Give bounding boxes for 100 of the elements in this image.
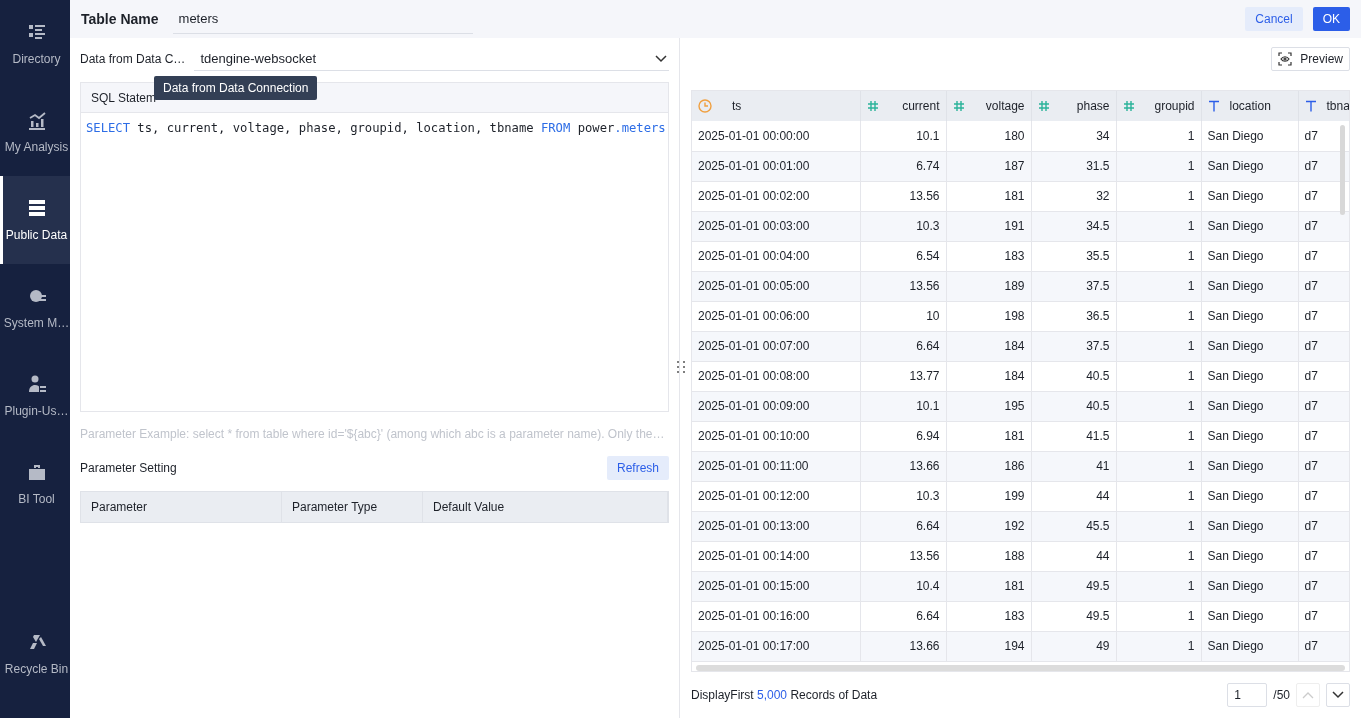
table-cell: 13.66 [860, 631, 946, 662]
table-cell: 45.5 [1031, 511, 1116, 542]
table-cell: 6.64 [860, 511, 946, 542]
scrollbar[interactable] [1340, 125, 1345, 216]
table-cell: 49.5 [1031, 571, 1116, 602]
table-cell: 199 [946, 481, 1031, 512]
table-cell: d7 [1298, 481, 1349, 512]
table-cell: 194 [946, 631, 1031, 662]
table-cell: 34.5 [1031, 211, 1116, 242]
table-cell: 195 [946, 391, 1031, 422]
refresh-button[interactable]: Refresh [606, 456, 669, 480]
next-page-button[interactable] [1326, 683, 1350, 707]
sidebar-item[interactable]: Directory [0, 0, 70, 88]
table-cell: 1 [1116, 631, 1201, 662]
cancel-button[interactable]: Cancel [1245, 7, 1303, 31]
table-cell: 40.5 [1031, 391, 1116, 422]
table-cell: 2025-01-01 00:04:00 [692, 241, 860, 272]
page-total: /50 [1273, 688, 1290, 702]
column-header[interactable]: current [860, 91, 946, 122]
text-type-icon [1207, 100, 1220, 113]
table-cell: d7 [1298, 631, 1349, 662]
table-cell: 1 [1116, 331, 1201, 362]
table-cell: 2025-01-01 00:11:00 [692, 451, 860, 482]
table-cell: 1 [1116, 571, 1201, 602]
table-cell: San Diego [1201, 211, 1298, 242]
parameter-hint: Parameter Example: select * from table where id='${abc}' (among which abc is a parameter name). Only the… [80, 427, 666, 441]
table-cell: 2025-01-01 00:16:00 [692, 601, 860, 632]
column-header[interactable]: groupid [1116, 91, 1201, 122]
column-header[interactable]: voltage [946, 91, 1031, 122]
table-cell: 180 [946, 121, 1031, 152]
scrollbar[interactable] [696, 665, 1345, 672]
table-cell: 44 [1031, 541, 1116, 572]
table-cell: d7 [1298, 511, 1349, 542]
connection-dropdown[interactable]: tdengine-websocket [194, 47, 669, 71]
table-cell: 6.54 [860, 241, 946, 272]
table-cell: 2025-01-01 00:00:00 [692, 121, 860, 152]
table-cell: 2025-01-01 00:17:00 [692, 631, 860, 662]
column-header[interactable]: ts [692, 91, 860, 122]
table-cell: d7 [1298, 301, 1349, 332]
data-icon [26, 198, 47, 218]
table-cell: d7 [1298, 421, 1349, 452]
column-header[interactable]: tbna [1298, 91, 1349, 122]
table-cell: d7 [1298, 241, 1349, 272]
table-cell: 13.77 [860, 361, 946, 392]
table-cell: 2025-01-01 00:09:00 [692, 391, 860, 422]
table-cell: San Diego [1201, 451, 1298, 482]
table-cell: San Diego [1201, 571, 1298, 602]
table-cell: 13.56 [860, 271, 946, 302]
table-cell: 10 [860, 301, 946, 332]
table-cell: 198 [946, 301, 1031, 332]
table-cell: San Diego [1201, 121, 1298, 152]
editor-tab[interactable]: SQL Statem [91, 90, 156, 105]
table-cell: 191 [946, 211, 1031, 242]
table-cell: 10.1 [860, 391, 946, 422]
table-name-field[interactable]: meters [172, 4, 473, 34]
preview-button[interactable]: Preview [1271, 47, 1350, 72]
table-cell: San Diego [1201, 331, 1298, 362]
column-header[interactable]: phase [1031, 91, 1116, 122]
sidebar-item[interactable]: Plugin-Us… [0, 352, 70, 440]
table-cell: 31.5 [1031, 151, 1116, 182]
table-cell: d7 [1298, 601, 1349, 632]
chevron-down-icon [655, 54, 667, 63]
table-cell: 183 [946, 601, 1031, 632]
table-cell: 181 [946, 181, 1031, 212]
ok-button[interactable]: OK [1312, 7, 1350, 31]
table-cell: 44 [1031, 481, 1116, 512]
table-cell: San Diego [1201, 391, 1298, 422]
column-header: Parameter [81, 492, 282, 522]
table-cell: 189 [946, 271, 1031, 302]
table-cell: 2025-01-01 00:14:00 [692, 541, 860, 572]
table-cell: 2025-01-01 00:03:00 [692, 211, 860, 242]
column-header[interactable]: location [1201, 91, 1298, 122]
sidebar-item[interactable]: BI Tool [0, 440, 70, 528]
sidebar-item[interactable]: My Analysis [0, 88, 70, 176]
table-cell: 49.5 [1031, 601, 1116, 632]
table-cell: d7 [1298, 331, 1349, 362]
table-cell: 1 [1116, 451, 1201, 482]
drag-handle-icon[interactable] [676, 360, 686, 374]
page-field[interactable]: 1 [1227, 683, 1268, 707]
table-cell: 181 [946, 571, 1031, 602]
hash-icon [866, 100, 879, 113]
table-cell: San Diego [1201, 301, 1298, 332]
table-cell: 2025-01-01 00:08:00 [692, 361, 860, 392]
sidebar-item[interactable]: Public Data [0, 176, 70, 264]
table-cell: 13.66 [860, 451, 946, 482]
sidebar-item[interactable]: System M… [0, 264, 70, 352]
column-header: Parameter Type [282, 492, 423, 522]
table-cell: 186 [946, 451, 1031, 482]
previous-page-button[interactable] [1296, 683, 1320, 707]
column-header: Default Value [423, 492, 668, 522]
table-cell: 1 [1116, 511, 1201, 542]
table-cell: San Diego [1201, 151, 1298, 182]
table-cell: 2025-01-01 00:05:00 [692, 271, 860, 302]
table-cell: 1 [1116, 121, 1201, 152]
table-cell: San Diego [1201, 601, 1298, 632]
hash-icon [1037, 100, 1050, 113]
table-cell: San Diego [1201, 481, 1298, 512]
chevron-down-icon [1332, 691, 1344, 699]
sidebar-item[interactable]: Recycle Bin [0, 610, 70, 698]
table-cell: 10.4 [860, 571, 946, 602]
